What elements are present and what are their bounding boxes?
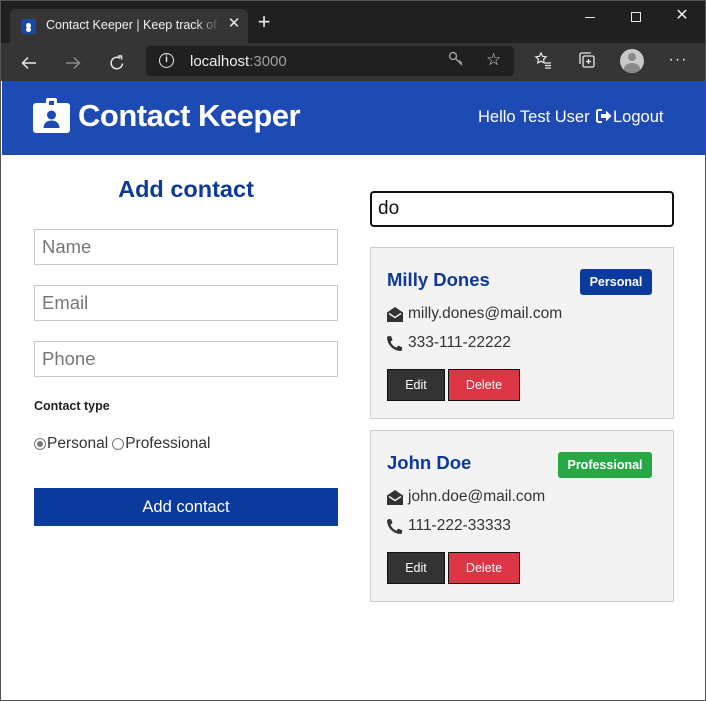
close-window-icon[interactable]: ✕ xyxy=(659,1,705,33)
contact-email: milly.dones@mail.com xyxy=(408,305,563,322)
contact-card: John Doe Professional john.doe@mail.com … xyxy=(370,430,674,602)
contact-type-badge: Personal xyxy=(580,269,652,295)
favicon-icon xyxy=(21,19,36,34)
forward-icon[interactable] xyxy=(59,49,87,75)
contact-phone: 333-111-22222 xyxy=(408,334,511,351)
contact-type-radio-group: Personal Professional xyxy=(34,435,210,453)
contact-email: john.doe@mail.com xyxy=(408,488,546,505)
brand-title[interactable]: Contact Keeper xyxy=(78,98,301,134)
edit-button[interactable]: Edit xyxy=(387,552,445,584)
profile-avatar-icon[interactable] xyxy=(620,49,644,73)
browser-titlebar: Contact Keeper | Keep track of your cont… xyxy=(1,1,705,43)
contact-email-row: milly.dones@mail.com xyxy=(387,305,562,323)
favorites-list-icon[interactable] xyxy=(531,51,555,74)
maximize-icon[interactable] xyxy=(613,1,659,33)
filter-contacts-input[interactable] xyxy=(370,191,674,227)
url-text: localhost:3000 xyxy=(190,53,287,70)
close-tab-icon[interactable]: ✕ xyxy=(225,15,243,33)
email-input[interactable] xyxy=(34,285,338,321)
favorite-star-icon[interactable]: ☆ xyxy=(486,50,501,70)
app-navbar: Contact Keeper Hello Test User Logout xyxy=(2,81,705,155)
minimize-icon[interactable] xyxy=(567,1,613,33)
logout-label: Logout xyxy=(613,108,664,126)
contact-email-row: john.doe@mail.com xyxy=(387,488,545,506)
new-tab-icon[interactable]: + xyxy=(254,11,274,33)
professional-radio-label[interactable]: Professional xyxy=(125,435,210,453)
browser-toolbar: i localhost:3000 ☆ ··· xyxy=(1,43,705,81)
logout-icon xyxy=(596,109,612,123)
personal-radio[interactable] xyxy=(34,438,46,450)
contact-phone: 111-222-33333 xyxy=(408,517,511,534)
contact-card: Milly Dones Personal milly.dones@mail.co… xyxy=(370,247,674,419)
phone-icon xyxy=(387,518,403,534)
id-badge-icon xyxy=(33,98,70,133)
key-icon[interactable] xyxy=(448,51,464,71)
envelope-open-icon xyxy=(387,306,403,322)
site-info-icon[interactable]: i xyxy=(159,53,174,68)
name-input[interactable] xyxy=(34,229,338,265)
contact-type-label: Contact type xyxy=(34,399,110,413)
delete-button[interactable]: Delete xyxy=(448,552,520,584)
phone-input[interactable] xyxy=(34,341,338,377)
add-contact-button[interactable]: Add contact xyxy=(34,488,338,526)
contact-type-badge: Professional xyxy=(558,452,652,478)
contact-name: Milly Dones xyxy=(387,269,490,290)
more-options-icon[interactable]: ··· xyxy=(666,51,690,69)
envelope-open-icon xyxy=(387,489,403,505)
edit-button[interactable]: Edit xyxy=(387,369,445,401)
collections-icon[interactable] xyxy=(575,51,599,74)
personal-radio-label[interactable]: Personal xyxy=(47,435,108,453)
back-icon[interactable] xyxy=(15,49,43,75)
professional-radio[interactable] xyxy=(112,438,125,450)
logout-link[interactable]: Logout xyxy=(596,108,663,127)
tab-title: Contact Keeper | Keep track of your cont… xyxy=(46,18,221,32)
phone-icon xyxy=(387,335,403,351)
contact-name: John Doe xyxy=(387,452,472,473)
contact-phone-row: 333-111-22222 xyxy=(387,334,511,352)
delete-button[interactable]: Delete xyxy=(448,369,520,401)
contact-phone-row: 111-222-33333 xyxy=(387,517,511,535)
reload-icon[interactable] xyxy=(103,49,131,75)
user-greeting: Hello Test User xyxy=(478,108,590,126)
browser-window: Contact Keeper | Keep track of your cont… xyxy=(0,0,706,701)
browser-tab[interactable]: Contact Keeper | Keep track of your cont… xyxy=(10,9,248,43)
form-title: Add contact xyxy=(118,176,254,202)
address-bar[interactable]: i localhost:3000 ☆ xyxy=(146,46,514,76)
